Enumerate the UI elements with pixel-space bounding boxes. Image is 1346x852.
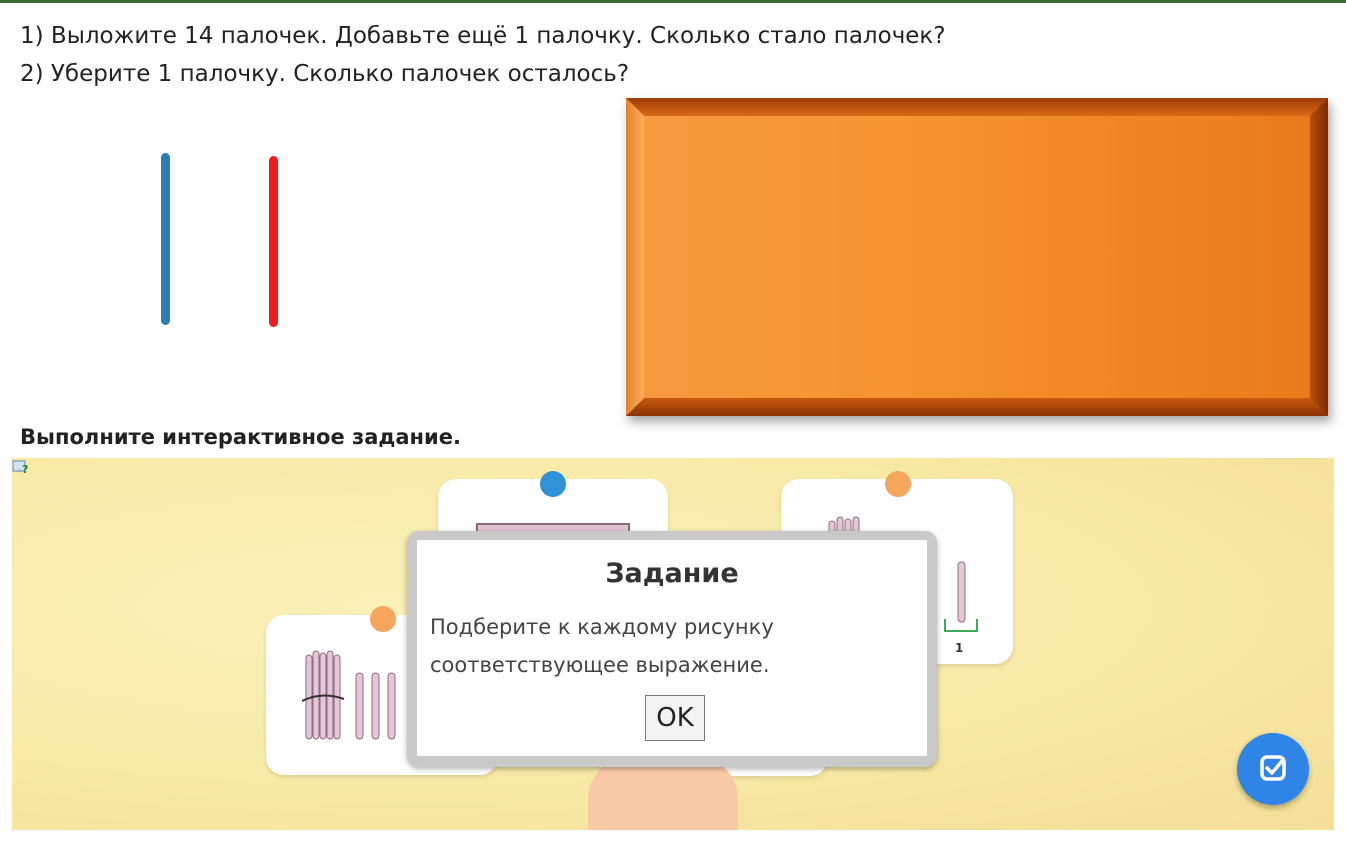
- pointing-hand: [588, 758, 738, 830]
- dialog-title: Задание: [605, 558, 739, 589]
- check-icon: [1260, 755, 1286, 781]
- check-button[interactable]: [1237, 733, 1309, 805]
- pin-blue: [540, 471, 566, 497]
- dialog-text: Подберите к каждому рисунку соответствую…: [430, 615, 774, 677]
- top-divider: [0, 0, 1346, 3]
- ok-button[interactable]: OK: [645, 695, 705, 741]
- red-stick: [269, 156, 278, 327]
- card-number-label: 1: [955, 641, 964, 655]
- orange-board: [626, 98, 1328, 416]
- task-dialog: Задание Подберите к каждому рисунку соот…: [417, 540, 927, 756]
- pin-orange: [885, 471, 911, 497]
- pin-orange: [370, 606, 396, 632]
- section-title: Выполните интерактивное задание.: [20, 425, 461, 449]
- question-1: 1) Выложите 14 палочек. Добавьте ещё 1 п…: [20, 23, 946, 49]
- interactive-activity: 1 Задание Подберите к каждому рисунку со…: [12, 458, 1334, 830]
- help-icon[interactable]: ?: [12, 459, 30, 475]
- blue-stick: [161, 153, 170, 325]
- svg-text:?: ?: [22, 463, 28, 475]
- question-2: 2) Уберите 1 палочку. Сколько палочек ос…: [20, 61, 630, 87]
